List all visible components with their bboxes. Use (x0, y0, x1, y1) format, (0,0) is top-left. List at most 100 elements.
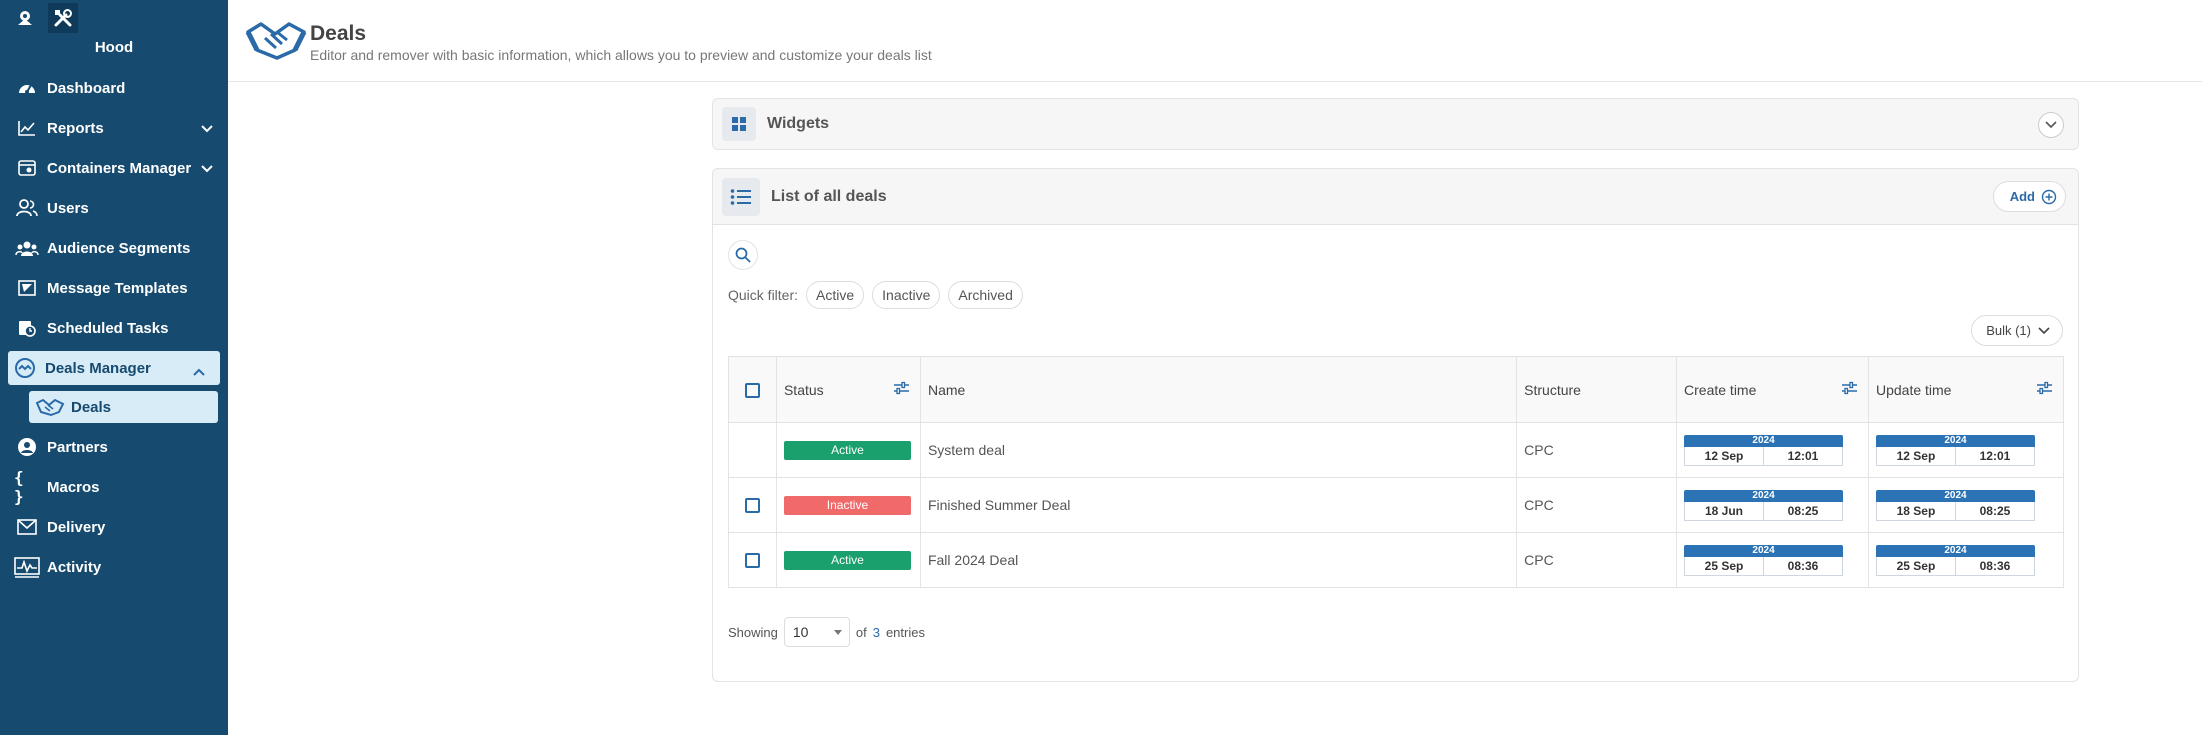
time-label: 12:01 (1979, 448, 2011, 463)
audience-icon (14, 237, 40, 259)
date-label: 18 Sep (1877, 501, 1956, 520)
status-cell: Active (775, 422, 921, 478)
entries-label: entries (885, 624, 925, 640)
name-cell[interactable]: System deal (919, 422, 1518, 478)
sidebar-item-scheduled-tasks[interactable]: Scheduled Tasks (0, 308, 228, 348)
quick-filter-label: Quick filter: (728, 287, 799, 303)
sidebar-item-activity[interactable]: Activity (0, 547, 228, 587)
sidebar-item-label: Dashboard (47, 79, 126, 97)
table-row[interactable]: Inactive Finished Summer Deal CPC 2024 18… (728, 477, 2065, 533)
handshake-icon (35, 396, 65, 418)
sidebar-top (0, 0, 228, 36)
sidebar-item-label: Activity (47, 558, 102, 576)
bulk-actions-button[interactable]: Bulk (1) (1971, 315, 2063, 346)
sidebar-item-reports[interactable]: Reports (0, 108, 228, 148)
status-badge: Active (783, 440, 911, 460)
sidebar-item-audience-segments[interactable]: Audience Segments (0, 228, 228, 268)
partner-icon (14, 436, 40, 458)
sliders-icon[interactable] (893, 381, 910, 398)
select-all-checkbox[interactable] (744, 382, 760, 398)
list-icon (722, 177, 760, 216)
structure-cell: CPC (1516, 422, 1678, 478)
sidebar-item-delivery[interactable]: Delivery (0, 507, 228, 547)
sidebar-item-label: Deals (71, 398, 112, 416)
column-header-status[interactable]: Status (775, 356, 921, 423)
page-header: Deals Editor and remover with basic info… (228, 0, 2202, 82)
year-label: 2024 (1684, 434, 1844, 447)
dashboard-icon (14, 77, 40, 99)
year-label: 2024 (1875, 434, 2035, 447)
time-label: 08:25 (1979, 503, 2011, 518)
plus-circle-icon (2041, 189, 2057, 204)
date-label: 12 Sep (1877, 446, 1956, 465)
sidebar-item-containers-manager[interactable]: Containers Manager (0, 148, 228, 188)
sidebar-item-users[interactable]: Users (0, 188, 228, 228)
sidebar-item-partners[interactable]: Partners (0, 427, 228, 467)
date-label: 12 Sep (1685, 446, 1765, 465)
page-title: Deals (310, 22, 367, 45)
expand-widgets-button[interactable] (2038, 112, 2064, 138)
select-all-cell (728, 356, 777, 423)
sidebar-item-label: Macros (47, 478, 100, 496)
page-subtitle: Editor and remover with basic informatio… (310, 47, 932, 63)
page-size-select[interactable]: 10 (783, 617, 850, 647)
widgets-panel-header[interactable]: Widgets (713, 99, 2078, 149)
pagination-footer: Showing 10 of 3 entries (728, 617, 925, 647)
bulk-label: Bulk (1) (1986, 323, 2031, 338)
sliders-icon[interactable] (1841, 381, 1858, 398)
name-cell[interactable]: Finished Summer Deal (919, 477, 1518, 533)
sidebar-item-message-templates[interactable]: Message Templates (0, 268, 228, 308)
column-header-update-time[interactable]: Update time (1867, 356, 2065, 423)
chevron-up-icon[interactable] (192, 364, 206, 381)
chevron-down-icon[interactable] (200, 121, 214, 138)
search-button[interactable] (728, 240, 758, 270)
grid-icon (722, 107, 756, 141)
table-row[interactable]: Active System deal CPC 2024 12 Sep 12:01 2… (728, 422, 2065, 478)
total-count: 3 (872, 624, 880, 640)
row-select-cell (728, 422, 777, 478)
time-label: 12:01 (1787, 448, 1819, 463)
chevron-down-icon[interactable] (200, 161, 214, 178)
update-time-cell: 2024 25 Sep 08:36 (1867, 532, 2065, 588)
sidebar-item-label: Deals Manager (45, 359, 151, 377)
create-time-cell: 2024 12 Sep 12:01 (1676, 422, 1869, 478)
sidebar-item-label: Audience Segments (47, 239, 191, 257)
row-select-cell (728, 532, 777, 588)
sidebar-item-deals-manager[interactable]: Deals Manager (8, 351, 220, 385)
sidebar-item-macros[interactable]: { } Macros (0, 467, 228, 507)
status-cell: Inactive (775, 477, 921, 533)
tools-icon[interactable] (48, 3, 78, 33)
row-checkbox[interactable] (744, 553, 760, 569)
structure-cell: CPC (1516, 477, 1678, 533)
row-checkbox[interactable] (744, 498, 760, 514)
filter-chip-archived[interactable]: Archived (948, 281, 1023, 309)
time-label: 08:36 (1979, 558, 2011, 573)
add-deal-button[interactable]: Add (1992, 181, 2066, 212)
sidebar-subitem-deals[interactable]: Deals (29, 391, 218, 423)
date-label: 18 Jun (1685, 501, 1765, 520)
brand-name: Hood (94, 39, 134, 56)
date-label: 25 Sep (1877, 556, 1956, 575)
name-cell[interactable]: Fall 2024 Deal (919, 532, 1518, 588)
quick-filter: Quick filter: Active Inactive Archived (728, 281, 1023, 309)
column-label: Create time (1684, 381, 1757, 398)
filter-chip-inactive[interactable]: Inactive (872, 281, 941, 309)
table-row[interactable]: Active Fall 2024 Deal CPC 2024 25 Sep 08:3… (728, 532, 2065, 588)
sidebar-item-dashboard[interactable]: Dashboard (0, 68, 228, 108)
container-settings-icon (14, 157, 40, 179)
delivery-icon (14, 516, 40, 538)
column-header-create-time[interactable]: Create time (1676, 356, 1869, 423)
filter-chip-active[interactable]: Active (806, 281, 865, 309)
column-header-name[interactable]: Name (919, 356, 1518, 423)
chevron-down-icon (2045, 121, 2057, 129)
create-time-cell: 2024 18 Jun 08:25 (1676, 477, 1869, 533)
column-header-structure[interactable]: Structure (1516, 356, 1678, 423)
create-time-cell: 2024 25 Sep 08:36 (1676, 532, 1869, 588)
column-label: Name (927, 381, 966, 398)
status-badge: Inactive (783, 495, 911, 515)
sidebar-item-label: Scheduled Tasks (47, 319, 169, 337)
sliders-icon[interactable] (2036, 381, 2053, 398)
search-icon (735, 247, 751, 263)
time-label: 08:36 (1787, 558, 1819, 573)
user-profile-icon[interactable] (10, 3, 40, 33)
